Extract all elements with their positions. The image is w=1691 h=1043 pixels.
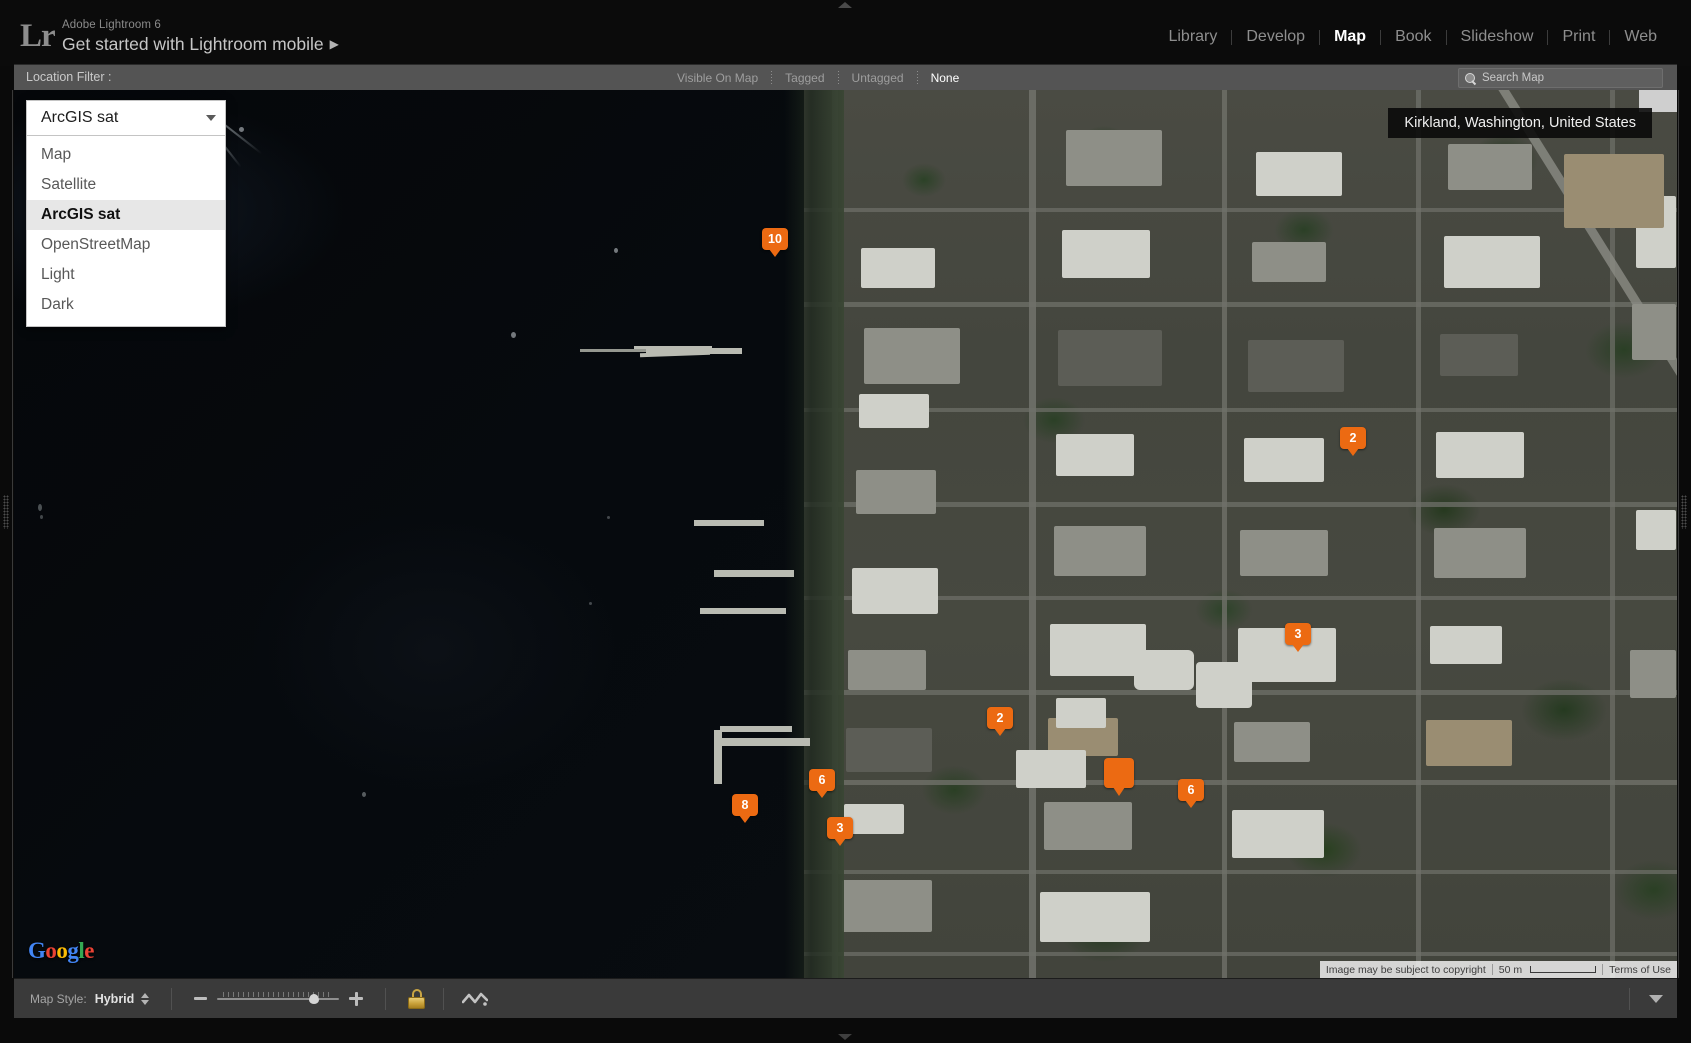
module-print[interactable]: Print	[1548, 28, 1609, 46]
minus-icon[interactable]	[194, 997, 208, 1000]
pier	[694, 520, 764, 526]
copyright-notice: Image may be subject to copyright	[1325, 963, 1486, 976]
marina-pier	[634, 346, 712, 349]
top-bar: Lr Adobe Lightroom 6 Get started with Li…	[0, 0, 1691, 66]
module-book[interactable]: Book	[1381, 28, 1445, 46]
scale-label: 50 m	[1498, 963, 1523, 976]
map-marker[interactable]: 3	[1285, 623, 1311, 652]
left-panel-handle[interactable]	[0, 90, 13, 978]
scale-bar	[1530, 966, 1597, 973]
map-style-dropdown-header[interactable]: ArcGIS sat	[26, 100, 226, 136]
panel-edge	[1678, 90, 1679, 978]
map-marker[interactable]: 3	[827, 817, 853, 846]
map-style-option-dark[interactable]: Dark	[27, 290, 225, 320]
zoom-control-group	[194, 991, 364, 1006]
pier	[700, 608, 786, 614]
stepper-updown-icon[interactable]	[141, 992, 150, 1005]
map-style-dropdown[interactable]: ArcGIS sat Map Satellite ArcGIS sat OpenStr…	[26, 100, 226, 327]
map-canvas[interactable]: 10 2 3 2 6 6 8 3 Kirkland, Washington, United S…	[14, 90, 1677, 978]
map-style-option-satellite[interactable]: Satellite	[27, 170, 225, 200]
module-library[interactable]: Library	[1154, 28, 1231, 46]
map-attribution: Image may be subject to copyright 50 m T…	[1319, 961, 1677, 978]
map-marker[interactable]: 8	[732, 794, 758, 823]
logo-letter: o	[45, 938, 57, 963]
product-name: Adobe Lightroom 6	[62, 19, 161, 31]
chevron-down-icon[interactable]	[206, 115, 216, 121]
logo-letter: e	[84, 938, 94, 963]
pier	[580, 349, 650, 352]
identity-plate[interactable]: Adobe Lightroom 6 Get started with Light…	[62, 18, 339, 57]
divider	[385, 987, 387, 1010]
plus-icon[interactable]	[349, 991, 364, 1006]
map-style-toolbar-value[interactable]: Hybrid	[95, 992, 135, 1006]
map-style-option-arcgis-sat[interactable]: ArcGIS sat	[27, 200, 225, 230]
filter-option-visible-on-map[interactable]: Visible On Map	[664, 71, 771, 85]
module-map[interactable]: Map	[1320, 28, 1380, 46]
filter-option-untagged[interactable]: Untagged	[839, 71, 917, 85]
map-style-option-map[interactable]: Map	[27, 140, 225, 170]
module-develop[interactable]: Develop	[1232, 28, 1319, 46]
module-picker: Library Develop Map Book Slideshow Print Web	[1154, 28, 1671, 46]
divider	[1629, 987, 1630, 1010]
logo-letter: g	[67, 938, 79, 963]
top-panel-toggle-arrow[interactable]	[838, 2, 852, 8]
chevron-down-icon[interactable]	[1649, 994, 1663, 1003]
terms-of-use-link[interactable]: Terms of Use	[1603, 964, 1677, 976]
filter-option-none[interactable]: None	[918, 71, 973, 85]
bottom-panel-toggle-arrow[interactable]	[838, 1034, 852, 1040]
map-style-selected-label: ArcGIS sat	[41, 109, 119, 126]
map-style-option-light[interactable]: Light	[27, 260, 225, 290]
search-map-field[interactable]: Search Map	[1458, 68, 1663, 88]
module-slideshow[interactable]: Slideshow	[1447, 28, 1548, 46]
map-style-dropdown-list: Map Satellite ArcGIS sat OpenStreetMap Light…	[26, 136, 226, 327]
identity-plate-label: Get started with Lightroom mobile	[62, 34, 324, 54]
map-style-toolbar-label: Map Style:	[30, 991, 87, 1006]
location-filter-options: Visible On Map Tagged Untagged None	[664, 65, 972, 91]
logo-letter: o	[56, 938, 68, 963]
identity-plate-text: Get started with Lightroom mobile ▶	[62, 33, 339, 57]
map-land-area	[804, 90, 1677, 978]
location-filter-label: Location Filter :	[26, 70, 112, 84]
map-marker[interactable]: 2	[987, 707, 1013, 736]
search-icon	[1465, 72, 1476, 84]
location-filter-bar: Location Filter : Visible On Map Tagged Un…	[14, 64, 1677, 90]
location-tooltip: Kirkland, Washington, United States	[1388, 108, 1652, 138]
map-marker[interactable]: 2	[1340, 427, 1366, 456]
divider	[443, 987, 445, 1010]
map-marker[interactable]: 10	[762, 228, 788, 257]
ferry-dock	[714, 738, 810, 746]
slider-track	[217, 997, 340, 1000]
logo-letter: G	[28, 938, 46, 963]
pier	[714, 570, 794, 577]
lightroom-logo: Lr	[20, 18, 56, 54]
divider	[171, 987, 173, 1010]
play-triangle-icon[interactable]: ▶	[330, 33, 339, 55]
map-style-option-openstreetmap[interactable]: OpenStreetMap	[27, 230, 225, 260]
module-web[interactable]: Web	[1610, 28, 1671, 46]
map-marker[interactable]	[1104, 758, 1134, 796]
filter-option-tagged[interactable]: Tagged	[772, 71, 837, 85]
gps-track-icon[interactable]	[462, 991, 489, 1007]
panel-edge	[12, 90, 13, 978]
right-panel-handle[interactable]	[1678, 90, 1691, 978]
zoom-slider[interactable]	[217, 991, 340, 1006]
panel-grip-dots	[1681, 495, 1687, 529]
map-marker[interactable]: 6	[1178, 779, 1204, 808]
search-map-placeholder: Search Map	[1482, 72, 1545, 84]
panel-grip-dots	[3, 495, 9, 529]
lightroom-map-module: Lr Adobe Lightroom 6 Get started with Li…	[0, 0, 1691, 1043]
map-marker[interactable]: 6	[809, 769, 835, 798]
map-toolbar: Map Style: Hybrid	[14, 978, 1677, 1018]
pier	[720, 726, 792, 732]
google-logo: Google	[28, 938, 94, 964]
lock-icon[interactable]	[408, 988, 426, 1009]
